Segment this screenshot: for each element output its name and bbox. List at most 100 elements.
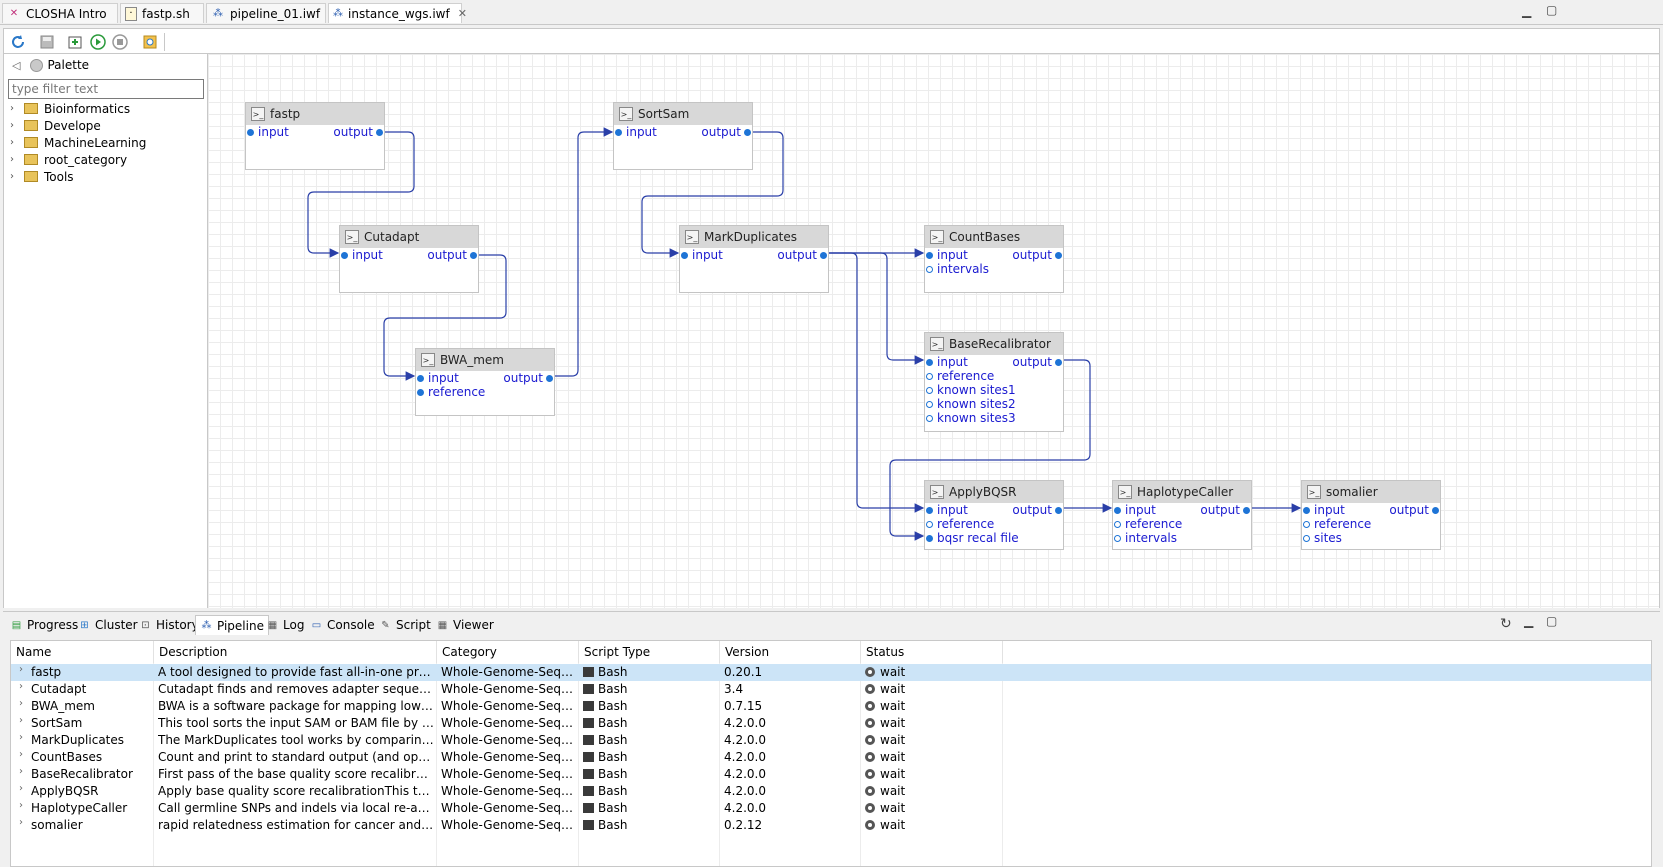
tab-console[interactable]: ▭ Console <box>305 615 380 635</box>
optional-input-port[interactable] <box>1303 521 1310 528</box>
input-port[interactable] <box>247 129 254 136</box>
column-header-script-type[interactable]: Script Type <box>579 641 720 663</box>
optional-input-port[interactable] <box>926 373 933 380</box>
expand-chevron-icon[interactable]: › <box>19 732 23 743</box>
expand-chevron-icon[interactable]: › <box>19 817 23 828</box>
palette-category-root[interactable]: › root_category <box>10 151 127 168</box>
node-cutadapt[interactable]: >_ Cutadapt input output <box>339 225 479 293</box>
output-port[interactable] <box>376 129 383 136</box>
expand-arrow-icon[interactable]: › <box>10 171 20 182</box>
node-sortsam[interactable]: >_ SortSam input output <box>613 102 753 170</box>
expand-arrow-icon[interactable]: › <box>10 103 20 114</box>
input-port[interactable] <box>926 359 933 366</box>
tab-pipeline[interactable]: ⁂ Pipeline <box>195 615 269 635</box>
palette-category-bioinformatics[interactable]: › Bioinformatics <box>10 100 130 117</box>
tab-pipeline-01[interactable]: ⁂ pipeline_01.iwf <box>206 3 326 23</box>
input-port[interactable] <box>615 129 622 136</box>
output-port[interactable] <box>820 252 827 259</box>
workflow-canvas[interactable]: >_ fastp input output >_ Cutadapt input ou… <box>208 54 1660 608</box>
output-port[interactable] <box>1055 359 1062 366</box>
column-header-status[interactable]: Status <box>861 641 1003 663</box>
column-header-name[interactable]: Name <box>11 641 154 663</box>
expand-arrow-icon[interactable]: › <box>10 120 20 131</box>
input-port[interactable] <box>417 375 424 382</box>
expand-chevron-icon[interactable]: › <box>19 766 23 777</box>
input-port[interactable] <box>341 252 348 259</box>
expand-chevron-icon[interactable]: › <box>19 681 23 692</box>
output-port[interactable] <box>1055 252 1062 259</box>
node-baserecalibrator[interactable]: >_ BaseRecalibrator input reference known… <box>924 332 1064 432</box>
table-row[interactable]: › somalier rapid relatedness estimation fo… <box>11 817 1651 834</box>
tab-progress[interactable]: ▤ Progress <box>5 615 83 635</box>
table-row[interactable]: › SortSam This tool sorts the input SAM or… <box>11 715 1651 732</box>
optional-input-port[interactable] <box>926 415 933 422</box>
tab-fastp-sh[interactable]: · fastp.sh <box>120 3 204 23</box>
node-fastp[interactable]: >_ fastp input output <box>245 102 385 170</box>
optional-input-port[interactable] <box>926 521 933 528</box>
maximize-icon[interactable]: ▢ <box>1546 3 1557 17</box>
expand-chevron-icon[interactable]: › <box>19 800 23 811</box>
save-icon[interactable] <box>38 33 56 51</box>
table-row[interactable]: › HaplotypeCaller Call germline SNPs and i… <box>11 800 1651 817</box>
output-port[interactable] <box>1243 507 1250 514</box>
node-markduplicates[interactable]: >_ MarkDuplicates input output <box>679 225 829 293</box>
tab-script[interactable]: ✎ Script <box>374 615 436 635</box>
minimize-icon[interactable]: ▁ <box>1524 614 1533 628</box>
refresh-icon[interactable] <box>9 33 27 51</box>
close-icon[interactable]: ✕ <box>458 7 467 20</box>
tab-closha-intro[interactable]: ✕ CLOSHA Intro <box>2 3 118 23</box>
input-port[interactable] <box>417 389 424 396</box>
node-haplotypecaller[interactable]: >_ HaplotypeCaller input reference interv… <box>1112 480 1252 550</box>
table-row[interactable]: › ApplyBQSR Apply base quality score recal… <box>11 783 1651 800</box>
expand-arrow-icon[interactable]: › <box>10 137 20 148</box>
optional-input-port[interactable] <box>926 266 933 273</box>
input-port[interactable] <box>681 252 688 259</box>
expand-arrow-icon[interactable]: › <box>10 154 20 165</box>
settings-icon[interactable] <box>141 33 159 51</box>
output-port[interactable] <box>1432 507 1439 514</box>
run-icon[interactable] <box>89 33 107 51</box>
tab-log[interactable]: ▦ Log <box>261 615 309 635</box>
input-port[interactable] <box>926 535 933 542</box>
node-countbases[interactable]: >_ CountBases input intervals output <box>924 225 1064 293</box>
palette-category-machinelearning[interactable]: › MachineLearning <box>10 134 146 151</box>
expand-chevron-icon[interactable]: › <box>19 698 23 709</box>
table-row[interactable]: › Cutadapt Cutadapt finds and removes adap… <box>11 681 1651 698</box>
input-port[interactable] <box>1114 507 1121 514</box>
table-row[interactable]: › BaseRecalibrator First pass of the base … <box>11 766 1651 783</box>
tab-viewer[interactable]: ▦ Viewer <box>431 615 499 635</box>
expand-chevron-icon[interactable]: › <box>19 783 23 794</box>
minimize-icon[interactable]: ▁ <box>1522 4 1531 18</box>
export-icon[interactable] <box>66 33 84 51</box>
table-row[interactable]: › fastp A tool designed to provide fast al… <box>11 664 1651 681</box>
refresh-icon[interactable]: ↻ <box>1500 616 1512 632</box>
output-port[interactable] <box>744 129 751 136</box>
table-row[interactable]: › CountBases Count and print to standard o… <box>11 749 1651 766</box>
palette-filter-input[interactable] <box>8 79 204 99</box>
input-port[interactable] <box>926 252 933 259</box>
node-bwa-mem[interactable]: >_ BWA_mem input reference output <box>415 348 555 416</box>
column-header-version[interactable]: Version <box>720 641 861 663</box>
maximize-icon[interactable]: ▢ <box>1546 614 1557 628</box>
node-applybqsr[interactable]: >_ ApplyBQSR input reference bqsr recal f… <box>924 480 1064 550</box>
optional-input-port[interactable] <box>1114 521 1121 528</box>
palette-category-tools[interactable]: › Tools <box>10 168 74 185</box>
palette-category-develope[interactable]: › Develope <box>10 117 101 134</box>
node-somalier[interactable]: >_ somalier input reference sites output <box>1301 480 1441 550</box>
optional-input-port[interactable] <box>926 387 933 394</box>
tab-history[interactable]: ⊡ History <box>134 615 204 635</box>
input-port[interactable] <box>926 507 933 514</box>
stop-icon[interactable] <box>111 33 129 51</box>
expand-chevron-icon[interactable]: › <box>19 664 23 675</box>
optional-input-port[interactable] <box>926 401 933 408</box>
column-header-category[interactable]: Category <box>437 641 579 663</box>
tab-cluster[interactable]: ⊞ Cluster <box>73 615 143 635</box>
table-row[interactable]: › BWA_mem BWA is a software package for ma… <box>11 698 1651 715</box>
optional-input-port[interactable] <box>1114 535 1121 542</box>
optional-input-port[interactable] <box>1303 535 1310 542</box>
output-port[interactable] <box>470 252 477 259</box>
output-port[interactable] <box>1055 507 1062 514</box>
output-port[interactable] <box>546 375 553 382</box>
tab-instance-wgs[interactable]: ⁂ instance_wgs.iwf ✕ <box>328 3 467 23</box>
expand-chevron-icon[interactable]: › <box>19 749 23 760</box>
